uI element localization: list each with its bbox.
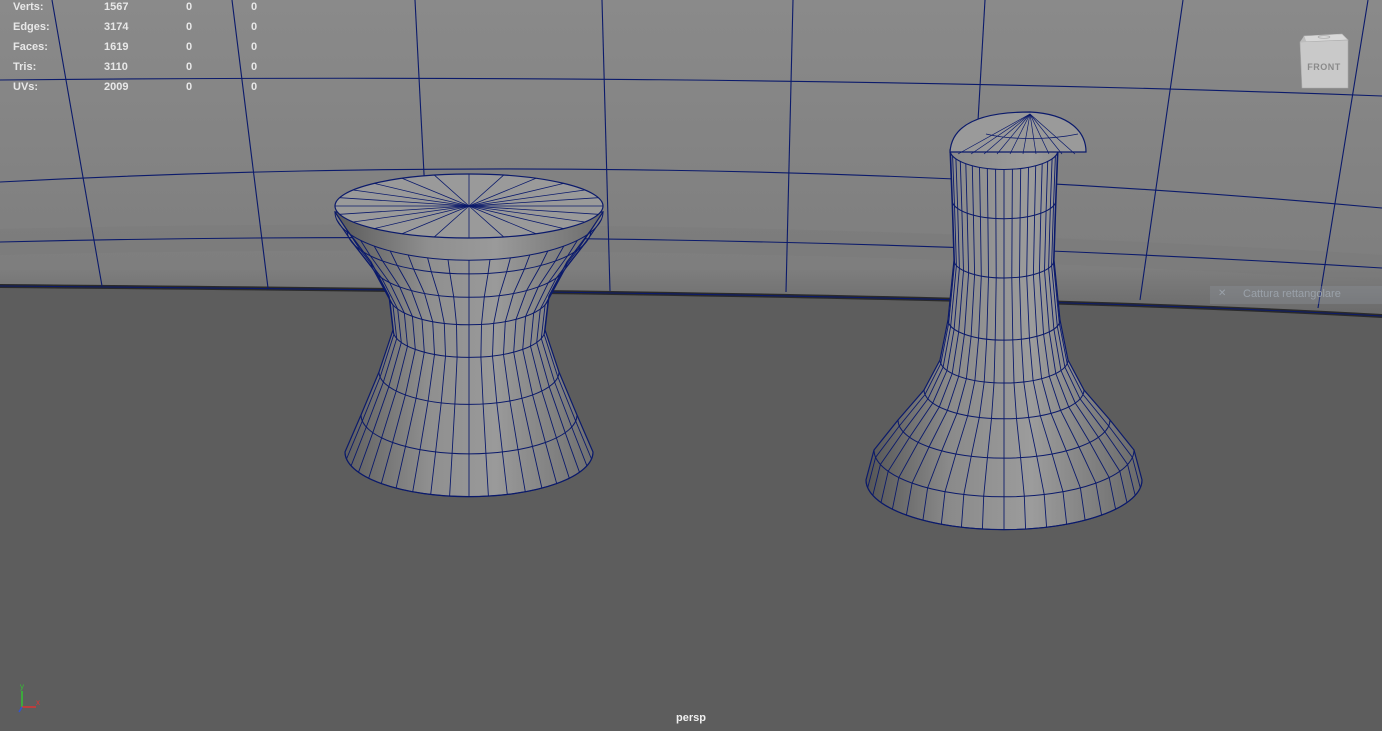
hud-total-value: 2009 (104, 81, 129, 93)
axis-gizmo: y x (14, 680, 46, 714)
hud-row-label: Tris: (13, 61, 37, 73)
hud-component-value: 0 (251, 1, 258, 13)
axis-gizmo-icon: y x (18, 682, 40, 713)
axis-y-label: y (20, 682, 24, 691)
hud-selected-value: 0 (186, 41, 193, 53)
camera-name-label: persp (676, 712, 706, 724)
hud-total-value: 3110 (104, 61, 128, 73)
hud-selected-value: 0 (186, 1, 193, 13)
hud-row: Edges: 3174 0 0 (0, 21, 270, 35)
hud-total-value: 1619 (104, 41, 129, 53)
maya-perspective-viewport[interactable]: Verts: 1567 0 0 Edges: 3174 0 0 Faces: 1619 0 0 Tris… (0, 0, 1382, 731)
hud-component-value: 0 (251, 21, 258, 33)
hud-total-value: 3174 (104, 21, 129, 33)
hud-component-value: 0 (251, 41, 258, 53)
hud-component-value: 0 (251, 81, 258, 93)
viewcube-icon[interactable] (1296, 30, 1352, 92)
viewcube-face-label[interactable]: FRONT (1296, 62, 1352, 72)
hud-row-label: Edges: (13, 21, 50, 33)
hud-row: UVs: 2009 0 0 (0, 81, 270, 95)
capture-toast-text: Cattura rettangolare (1243, 288, 1341, 300)
capture-toast[interactable]: ✕ Cattura rettangolare (1210, 286, 1382, 304)
viewcube[interactable]: FRONT (1296, 30, 1349, 90)
hud-row: Verts: 1567 0 0 (0, 1, 270, 15)
hud-selected-value: 0 (186, 81, 193, 93)
hud-row-label: UVs: (13, 81, 39, 93)
hud-row: Tris: 3110 0 0 (0, 61, 270, 75)
hud-selected-value: 0 (186, 21, 193, 33)
axis-x-label: x (36, 698, 40, 707)
hud-row: Faces: 1619 0 0 (0, 41, 270, 55)
hud-selected-value: 0 (186, 61, 193, 73)
scene-canvas[interactable] (0, 0, 1382, 731)
hud-row-label: Faces: (13, 41, 48, 53)
close-icon[interactable]: ✕ (1218, 288, 1226, 299)
hud-component-value: 0 (251, 61, 258, 73)
hud-total-value: 1567 (104, 1, 129, 13)
hud-row-label: Verts: (13, 1, 44, 13)
